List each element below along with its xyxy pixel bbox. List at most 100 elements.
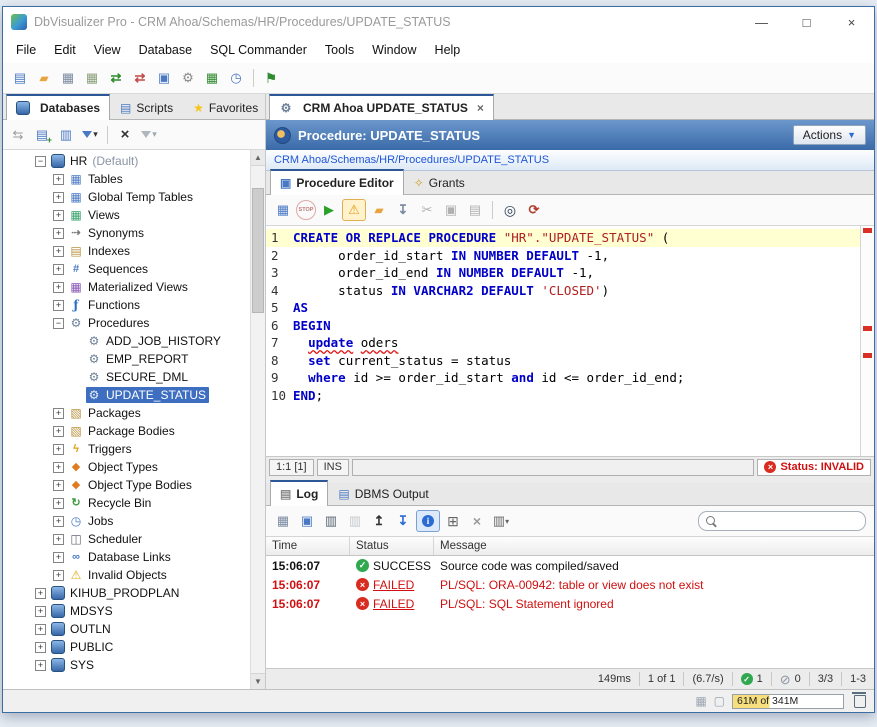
expand-icon[interactable]: + xyxy=(53,228,64,239)
expand-icon[interactable]: + xyxy=(35,660,46,671)
tree-item-indexes[interactable]: +Indexes xyxy=(3,242,250,260)
expand-icon[interactable]: + xyxy=(35,624,46,635)
tree-item-tables[interactable]: +Tables xyxy=(3,170,250,188)
tools-icon[interactable] xyxy=(177,68,199,88)
memory-gauge[interactable]: 61M of 341M xyxy=(732,694,844,709)
open-folder-icon[interactable] xyxy=(33,68,55,88)
tree-item-procedures[interactable]: −Procedures xyxy=(3,314,250,332)
scroll-top-icon[interactable] xyxy=(368,511,390,531)
tree-item-functions[interactable]: +Functions xyxy=(3,296,250,314)
expand-icon[interactable]: + xyxy=(53,480,64,491)
tree-item-public[interactable]: +PUBLIC xyxy=(3,638,250,656)
maximize-button[interactable]: □ xyxy=(784,7,829,37)
expand-icon[interactable]: + xyxy=(53,570,64,581)
menu-file[interactable]: File xyxy=(7,40,45,60)
expand-icon[interactable]: + xyxy=(53,192,64,203)
expand-icon[interactable]: + xyxy=(53,498,64,509)
error-mark[interactable] xyxy=(863,228,872,233)
expand-icon[interactable]: + xyxy=(53,462,64,473)
sql-commander-icon[interactable] xyxy=(260,68,282,88)
data-grid-icon[interactable] xyxy=(201,68,223,88)
code-line-10[interactable]: 10END; xyxy=(266,387,860,405)
tree-item-invalid-objects[interactable]: +Invalid Objects xyxy=(3,566,250,584)
close-button[interactable]: × xyxy=(829,7,874,37)
tree-item-packages[interactable]: +Packages xyxy=(3,404,250,422)
menu-tools[interactable]: Tools xyxy=(316,40,363,60)
new-file-icon[interactable] xyxy=(9,68,31,88)
open-icon[interactable] xyxy=(368,200,390,220)
tree-item-scheduler[interactable]: +Scheduler xyxy=(3,530,250,548)
column-header-status[interactable]: Status xyxy=(350,537,434,555)
clear-disabled-icon[interactable] xyxy=(344,511,366,531)
menu-window[interactable]: Window xyxy=(363,40,425,60)
tab-log[interactable]: ▤ Log xyxy=(270,480,328,506)
info-icon[interactable] xyxy=(416,510,440,532)
menu-sql-commander[interactable]: SQL Commander xyxy=(201,40,316,60)
warnings-icon[interactable] xyxy=(342,199,366,221)
close-tab-icon[interactable]: × xyxy=(477,101,484,115)
tree-item-global-temp-tables[interactable]: +Global Temp Tables xyxy=(3,188,250,206)
expand-icon[interactable]: + xyxy=(53,300,64,311)
code-line-5[interactable]: 5AS xyxy=(266,299,860,317)
copy-icon[interactable] xyxy=(440,200,462,220)
tree-scrollbar[interactable]: ▲ ▼ xyxy=(250,150,265,689)
fit-icon[interactable] xyxy=(442,511,464,531)
tree-item-database-links[interactable]: +Database Links xyxy=(3,548,250,566)
expand-icon[interactable]: + xyxy=(53,246,64,257)
tab-scripts[interactable]: ▤ Scripts xyxy=(110,95,183,120)
minimize-button[interactable]: — xyxy=(739,7,784,37)
code-line-3[interactable]: 3 order_id_end IN NUMBER DEFAULT -1, xyxy=(266,264,860,282)
menu-view[interactable]: View xyxy=(85,40,130,60)
column-header-message[interactable]: Message xyxy=(434,537,874,555)
gc-trash-icon[interactable] xyxy=(854,695,866,708)
expand-icon[interactable]: + xyxy=(53,408,64,419)
clear-filter-icon[interactable] xyxy=(114,125,136,145)
clear-icon[interactable] xyxy=(320,511,342,531)
save-icon[interactable] xyxy=(57,68,79,88)
db-schedule-icon[interactable] xyxy=(225,68,247,88)
paste-icon[interactable] xyxy=(464,200,486,220)
expand-icon[interactable]: + xyxy=(53,534,64,545)
tab-procedure-editor[interactable]: ▣ Procedure Editor xyxy=(270,169,404,195)
history-arrows-icon[interactable] xyxy=(7,125,29,145)
scroll-down-icon[interactable]: ▼ xyxy=(251,673,265,689)
export2-icon[interactable] xyxy=(392,200,414,220)
log-row[interactable]: 15:06:07✓SUCCESSSource code was compiled… xyxy=(266,556,874,575)
tree-item-package-bodies[interactable]: +Package Bodies xyxy=(3,422,250,440)
export-log-icon[interactable] xyxy=(272,511,294,531)
code-line-4[interactable]: 4 status IN VARCHAR2 DEFAULT 'CLOSED') xyxy=(266,282,860,300)
tree-item-mdsys[interactable]: +MDSYS xyxy=(3,602,250,620)
close-output-icon[interactable] xyxy=(466,511,488,531)
tail-icon[interactable] xyxy=(392,511,414,531)
expand-icon[interactable]: + xyxy=(53,426,64,437)
tree-item-object-type-bodies[interactable]: +Object Type Bodies xyxy=(3,476,250,494)
tree-item-update-status[interactable]: UPDATE_STATUS xyxy=(3,386,250,404)
disconnect-icon[interactable] xyxy=(129,68,151,88)
tree-item-object-types[interactable]: +Object Types xyxy=(3,458,250,476)
tree-item-outln[interactable]: +OUTLN xyxy=(3,620,250,638)
columns-icon[interactable] xyxy=(490,511,512,531)
run-icon[interactable] xyxy=(318,200,340,220)
tree-item-emp-report[interactable]: EMP_REPORT xyxy=(3,350,250,368)
expand-icon[interactable]: + xyxy=(53,444,64,455)
expand-icon[interactable]: + xyxy=(35,642,46,653)
save-as-icon[interactable] xyxy=(81,68,103,88)
create-connection-icon[interactable] xyxy=(31,125,53,145)
menu-edit[interactable]: Edit xyxy=(45,40,85,60)
expand-icon[interactable]: + xyxy=(53,552,64,563)
dock-panel-icon[interactable]: ▢ xyxy=(714,694,725,708)
log-filter-input[interactable] xyxy=(722,513,868,529)
code-line-7[interactable]: 7 update oders xyxy=(266,334,860,352)
find-icon[interactable] xyxy=(499,200,521,220)
tree-item-materialized-views[interactable]: +Materialized Views xyxy=(3,278,250,296)
code-line-2[interactable]: 2 order_id_start IN NUMBER DEFAULT -1, xyxy=(266,247,860,265)
expand-icon[interactable]: + xyxy=(53,264,64,275)
tab-databases[interactable]: Databases xyxy=(6,94,110,120)
tree-item-sys[interactable]: +SYS xyxy=(3,656,250,674)
cut-icon[interactable] xyxy=(416,200,438,220)
tree-item-recycle-bin[interactable]: +Recycle Bin xyxy=(3,494,250,512)
folder-connections-icon[interactable] xyxy=(55,125,77,145)
monitor-icon[interactable] xyxy=(153,68,175,88)
tree-item-jobs[interactable]: +Jobs xyxy=(3,512,250,530)
tab-favorites[interactable]: ★ Favorites xyxy=(183,95,268,120)
